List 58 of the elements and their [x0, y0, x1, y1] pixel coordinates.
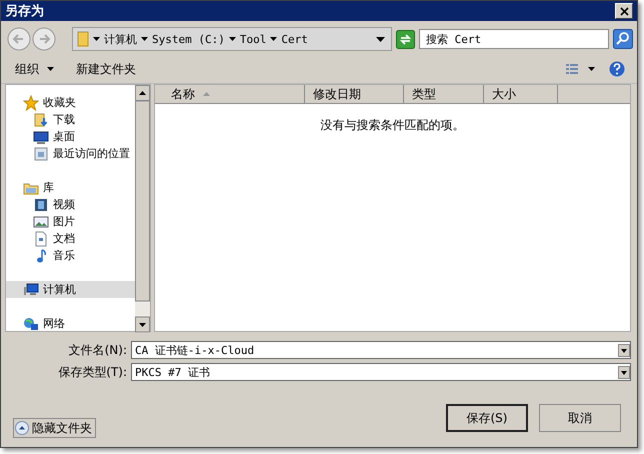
breadcrumb[interactable]: Tool — [240, 32, 266, 46]
caret-icon[interactable] — [270, 37, 278, 41]
caret-icon[interactable] — [141, 37, 148, 41]
breadcrumb[interactable]: System (C:) — [152, 32, 225, 46]
collapse-icon — [15, 421, 29, 435]
dropdown-icon[interactable] — [618, 366, 630, 378]
field-label: 保存类型(T): — [57, 364, 127, 380]
sidebar-item[interactable]: 音乐 — [6, 247, 135, 264]
sidebar-item[interactable]: 网络 — [6, 315, 135, 332]
dialog-button[interactable]: 取消 — [539, 404, 621, 432]
sidebar-item[interactable]: 下载 — [6, 111, 135, 128]
combo-box[interactable]: CA 证书链-i-x-Cloud — [131, 341, 631, 359]
window-icon — [33, 146, 49, 162]
sidebar-item[interactable]: 计算机 — [6, 281, 135, 298]
sidebar-item[interactable]: 图片 — [6, 213, 135, 230]
help-icon[interactable] — [609, 61, 625, 77]
sidebar-item[interactable]: 桌面 — [6, 128, 135, 145]
caret-icon[interactable] — [228, 37, 236, 41]
address-bar[interactable]: 计算机 System (C:) Tool Cert — [72, 27, 392, 51]
breadcrumb[interactable]: Cert — [281, 32, 308, 46]
column-header[interactable]: 修改日期 — [305, 85, 404, 104]
monitor-icon — [33, 128, 49, 144]
refresh-button[interactable] — [396, 30, 415, 48]
caret-icon[interactable] — [588, 67, 595, 71]
empty-message: 没有与搜索条件匹配的项。 — [320, 117, 466, 134]
close-icon — [620, 6, 628, 16]
organize-button[interactable]: 组织 — [11, 58, 58, 80]
new-folder-button[interactable]: 新建文件夹 — [72, 58, 140, 80]
sidebar-item[interactable]: 最近访问的位置 — [6, 145, 135, 162]
document-icon — [33, 230, 49, 246]
caret-icon[interactable] — [93, 37, 100, 41]
image-icon — [33, 214, 49, 230]
film-icon — [33, 196, 49, 212]
dialog-button[interactable]: 保存(S) — [446, 404, 528, 432]
close-button[interactable] — [615, 3, 633, 19]
combo-box[interactable]: PKCS #7 证书 — [131, 363, 631, 381]
search-field[interactable]: 搜索 Cert — [419, 29, 609, 49]
computer-icon — [23, 282, 39, 298]
star-icon — [23, 94, 39, 110]
search-icon[interactable] — [613, 29, 633, 49]
column-header[interactable]: 类型 — [404, 85, 484, 104]
dropdown-icon[interactable] — [376, 36, 385, 42]
scrollbar[interactable] — [135, 85, 150, 333]
sidebar-item[interactable]: 文档 — [6, 230, 135, 247]
download-icon — [33, 112, 49, 128]
network-icon — [23, 316, 39, 332]
hide-folders-button[interactable]: 隐藏文件夹 — [13, 418, 96, 438]
caret-icon — [47, 67, 54, 71]
sidebar-item[interactable]: 视频 — [6, 196, 135, 213]
column-header[interactable]: 名称 — [155, 85, 305, 104]
dropdown-icon[interactable] — [618, 344, 630, 356]
sidebar-item[interactable]: 库 — [6, 179, 135, 196]
field-label: 文件名(N): — [68, 342, 127, 358]
folder-icon — [77, 31, 89, 47]
column-header[interactable]: 大小 — [484, 85, 558, 104]
breadcrumb[interactable]: 计算机 — [104, 32, 137, 46]
window-title: 另存为 — [5, 3, 44, 20]
sidebar-item[interactable]: 收藏夹 — [6, 94, 135, 111]
